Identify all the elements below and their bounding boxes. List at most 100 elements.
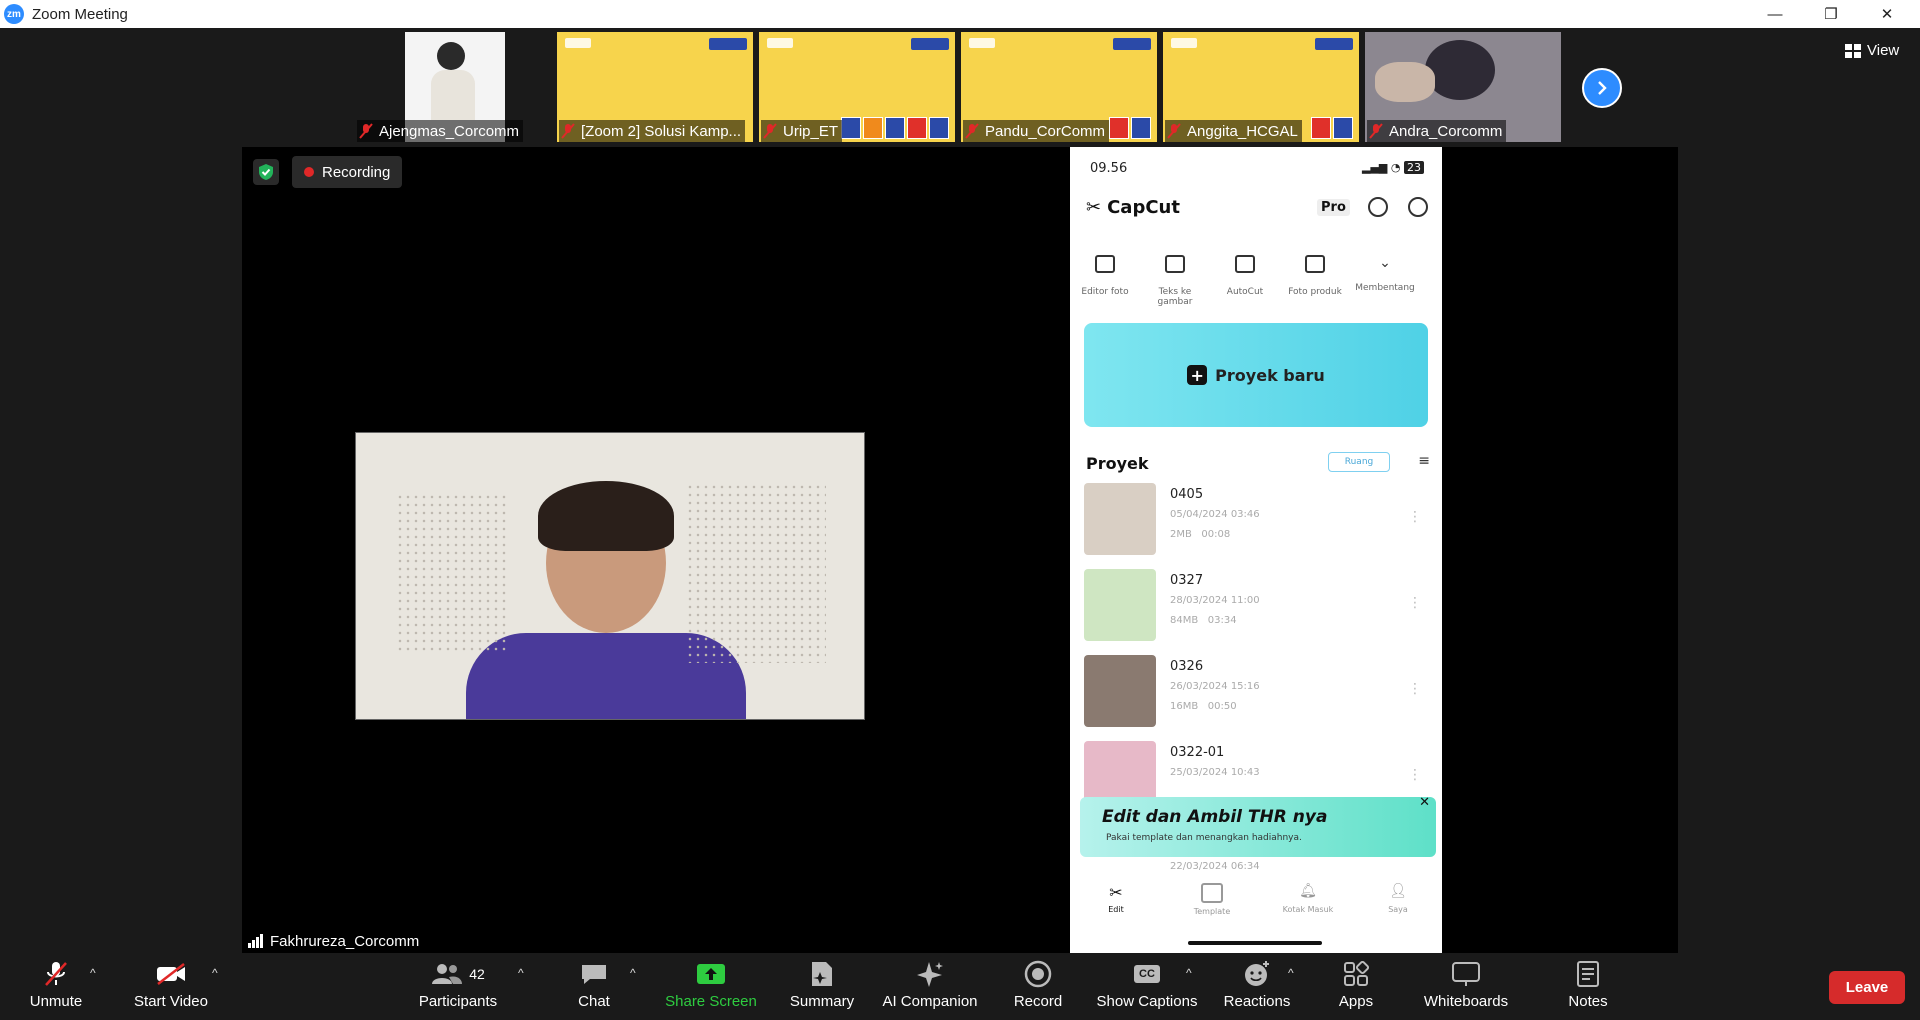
help-icon[interactable]	[1368, 197, 1388, 217]
mic-muted-icon	[45, 962, 67, 986]
sort-icon[interactable]: ≡	[1418, 453, 1430, 469]
project-item[interactable]: 0327 28/03/2024 11:00 84MB 03:34 ⋮	[1084, 569, 1428, 641]
show-captions-button[interactable]: CC Show Captions	[1096, 959, 1198, 1015]
tool-autocut[interactable]: AutoCut	[1210, 255, 1280, 297]
unmute-button[interactable]: Unmute	[26, 959, 86, 1015]
leave-button[interactable]: Leave	[1829, 971, 1905, 1004]
zoom-logo-icon: zm	[4, 4, 24, 24]
share-screen-icon	[697, 964, 725, 984]
close-button[interactable]: ✕	[1859, 0, 1915, 28]
text-to-image-icon	[1165, 255, 1185, 273]
bell-icon: 🔔︎	[1299, 883, 1317, 899]
apps-button[interactable]: Apps	[1334, 959, 1378, 1015]
template-icon	[1201, 883, 1223, 903]
chat-options-caret[interactable]: ^	[630, 966, 636, 980]
settings-icon[interactable]	[1408, 197, 1428, 217]
space-button[interactable]: Ruang	[1328, 452, 1390, 472]
participants-button[interactable]: 42 Participants	[414, 959, 502, 1015]
tool-text-to-image[interactable]: Teks ke gambar	[1140, 255, 1210, 307]
reactions-options-caret[interactable]: ^	[1288, 966, 1294, 980]
video-options-caret[interactable]: ^	[212, 966, 218, 980]
tool-expand[interactable]: ⌄ Membentang	[1350, 255, 1420, 293]
pro-badge[interactable]: Pro	[1317, 199, 1350, 216]
participant-name-label: [Zoom 2] Solusi Kamp...	[559, 120, 746, 142]
more-options-icon[interactable]: ⋮	[1408, 595, 1422, 611]
tab-template[interactable]: Template	[1182, 883, 1242, 916]
capcut-logo-icon: ✂	[1086, 197, 1102, 218]
slide-badges	[1109, 117, 1151, 139]
participant-video	[1425, 40, 1495, 100]
next-page-button[interactable]	[1582, 68, 1622, 108]
start-video-button[interactable]: Start Video	[130, 959, 212, 1015]
tab-profile[interactable]: 👤︎ Saya	[1368, 883, 1428, 914]
funtastix-logo-icon	[709, 38, 747, 50]
tab-inbox[interactable]: 🔔︎ Kotak Masuk	[1278, 883, 1338, 914]
project-thumbnail	[1084, 569, 1156, 641]
autocut-icon	[1235, 255, 1255, 273]
summary-button[interactable]: Summary	[786, 959, 858, 1015]
notes-button[interactable]: Notes	[1564, 959, 1612, 1015]
slide-logo-icon	[1171, 38, 1197, 48]
capcut-brand: ✂ CapCut	[1086, 197, 1180, 218]
tab-edit[interactable]: ✂ Edit	[1086, 883, 1146, 914]
participant-count: 42	[469, 966, 485, 982]
new-project-button[interactable]: + Proyek baru	[1084, 323, 1428, 427]
close-icon[interactable]: ✕	[1419, 795, 1430, 810]
scissors-icon: ✂	[1109, 883, 1123, 902]
participant-name-label: Urip_ET	[761, 120, 843, 142]
chat-icon	[582, 965, 606, 984]
restore-button[interactable]: ❐	[1803, 0, 1859, 28]
video-off-icon	[157, 963, 185, 985]
more-options-icon[interactable]: ⋮	[1408, 509, 1422, 525]
speaker-name-label: Fakhrureza_Corcomm	[242, 928, 426, 954]
participant-tile[interactable]: Pandu_CorComm	[961, 32, 1157, 142]
more-options-icon[interactable]: ⋮	[1408, 681, 1422, 697]
mic-muted-icon	[1369, 123, 1383, 139]
recording-indicator[interactable]: Recording	[292, 156, 403, 188]
share-screen-button[interactable]: Share Screen	[664, 959, 758, 1015]
notes-icon	[1577, 961, 1599, 987]
mic-muted-icon	[965, 123, 979, 139]
tool-photo-editor[interactable]: Editor foto	[1070, 255, 1140, 297]
speaker-video	[355, 432, 865, 720]
window-title: Zoom Meeting	[32, 5, 128, 23]
reactions-button[interactable]: Reactions	[1222, 959, 1292, 1015]
whiteboards-button[interactable]: Whiteboards	[1420, 959, 1512, 1015]
participant-tile[interactable]: Urip_ET	[759, 32, 955, 142]
whiteboard-icon	[1452, 962, 1480, 986]
participant-tile[interactable]: Ajengmas_Corcomm	[355, 32, 551, 142]
slide-logo-icon	[969, 38, 995, 48]
meeting-toolbar: Unmute ^ Start Video ^ 42 Participants ^…	[0, 953, 1920, 1020]
chat-button[interactable]: Chat	[572, 959, 616, 1015]
tool-product-photo[interactable]: Foto produk	[1280, 255, 1350, 297]
security-shield-icon[interactable]	[253, 159, 279, 185]
ai-companion-button[interactable]: AI Companion	[880, 959, 980, 1015]
more-options-icon[interactable]: ⋮	[1408, 767, 1422, 783]
slide-badges	[1311, 117, 1353, 139]
captions-icon: CC	[1134, 965, 1160, 983]
record-icon	[1024, 960, 1052, 988]
participant-tile[interactable]: [Zoom 2] Solusi Kamp...	[557, 32, 753, 142]
product-photo-icon	[1305, 255, 1325, 273]
project-item[interactable]: 0326 26/03/2024 15:16 16MB 00:50 ⋮	[1084, 655, 1428, 727]
projects-section-title: Proyek	[1086, 454, 1149, 473]
slide-logo-icon	[767, 38, 793, 48]
view-button[interactable]: View	[1845, 42, 1899, 59]
participants-icon	[432, 964, 463, 984]
captions-options-caret[interactable]: ^	[1186, 966, 1192, 980]
participant-tile[interactable]: Andra_Corcomm	[1365, 32, 1561, 142]
grid-view-icon	[1845, 43, 1861, 58]
project-item[interactable]: 0405 05/04/2024 03:46 2MB 00:08 ⋮	[1084, 483, 1428, 555]
participant-tile[interactable]: Anggita_HCGAL	[1163, 32, 1359, 142]
phone-time: 09.56	[1090, 161, 1128, 176]
photo-editor-icon	[1095, 255, 1115, 273]
participant-name-label: Ajengmas_Corcomm	[357, 120, 524, 142]
slide-badges	[841, 117, 949, 139]
plus-icon: +	[1187, 365, 1208, 385]
promo-banner[interactable]: Edit dan Ambil THR nya Pakai template da…	[1080, 795, 1436, 857]
participants-options-caret[interactable]: ^	[518, 966, 524, 980]
audio-options-caret[interactable]: ^	[90, 966, 96, 980]
record-button[interactable]: Record	[1012, 959, 1064, 1015]
mic-muted-icon	[763, 123, 777, 139]
minimize-button[interactable]: —	[1747, 0, 1803, 28]
